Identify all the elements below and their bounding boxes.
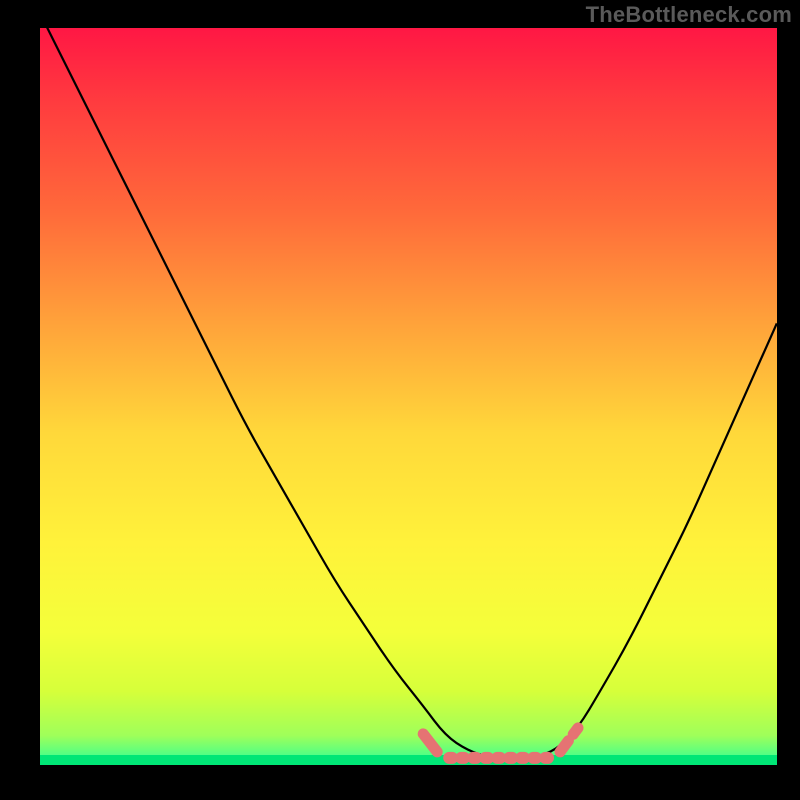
bottom-band bbox=[40, 755, 777, 765]
chart-frame: TheBottleneck.com bbox=[0, 0, 800, 800]
chart-svg bbox=[0, 0, 800, 800]
watermark-label: TheBottleneck.com bbox=[586, 2, 792, 28]
plot-background bbox=[40, 28, 777, 765]
